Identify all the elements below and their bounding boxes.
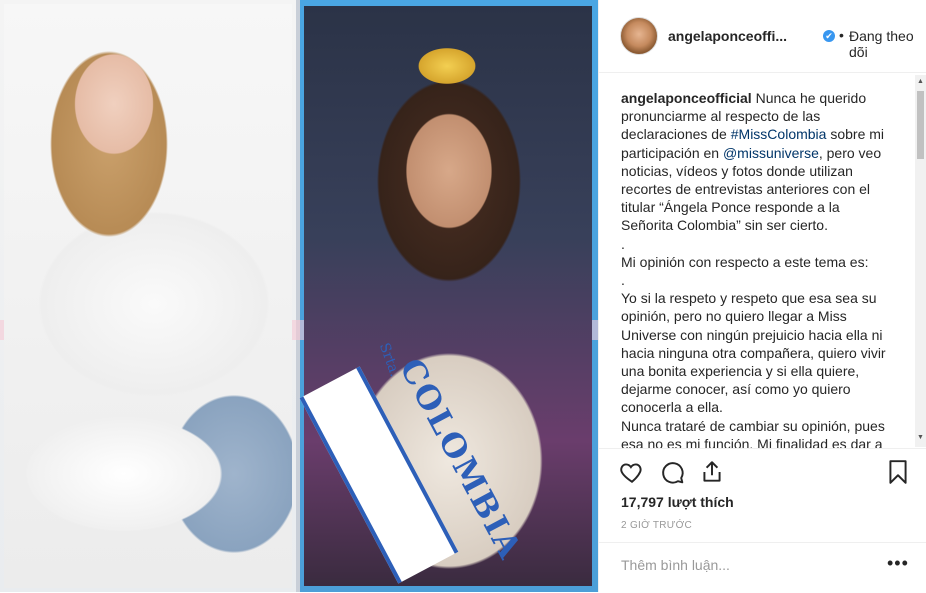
caption-part-3: , pero veo noticias, vídeos y fotos dond… (621, 144, 886, 448)
avatar[interactable] (620, 17, 658, 55)
comment-bar: ••• (599, 542, 926, 593)
bookmark-icon[interactable] (885, 459, 911, 485)
post-side-panel: angelaponceoffi... ✔ • Đang theo dõi ang… (598, 0, 926, 592)
following-button[interactable]: Đang theo dõi (849, 28, 926, 60)
photo-miss-colombia (304, 6, 592, 586)
action-bar (599, 448, 926, 497)
caption-username[interactable]: angelaponceofficial (621, 90, 752, 106)
caption-area[interactable]: angelaponceofficial Nunca he querido pro… (599, 73, 926, 448)
comment-input[interactable] (621, 557, 881, 573)
photo-angela-ponce (4, 4, 292, 588)
like-count[interactable]: 17,797 lượt thích (621, 494, 734, 510)
scrollbar-thumb[interactable] (917, 91, 924, 159)
post-timestamp[interactable]: 2 GIỜ TRƯỚC (621, 520, 692, 531)
comment-icon[interactable] (659, 459, 685, 485)
mention-link[interactable]: @missuniverse (723, 145, 819, 161)
post-header: angelaponceoffi... ✔ • Đang theo dõi (599, 0, 926, 73)
share-icon[interactable] (699, 459, 725, 485)
header-username[interactable]: angelaponceoffi... (668, 28, 787, 44)
hashtag-link[interactable]: #MissColombia (731, 126, 827, 142)
separator-dot: • (839, 27, 844, 43)
caption-text: angelaponceofficial Nunca he querido pro… (621, 89, 891, 448)
verified-badge-icon: ✔ (823, 30, 835, 42)
post-media[interactable]: Srta. COLOMBIA (0, 0, 598, 592)
scroll-up-arrow-icon[interactable]: ▲ (915, 77, 926, 87)
heart-icon[interactable] (619, 459, 645, 485)
scroll-down-arrow-icon[interactable]: ▼ (915, 433, 926, 443)
more-options-icon[interactable]: ••• (887, 553, 909, 574)
